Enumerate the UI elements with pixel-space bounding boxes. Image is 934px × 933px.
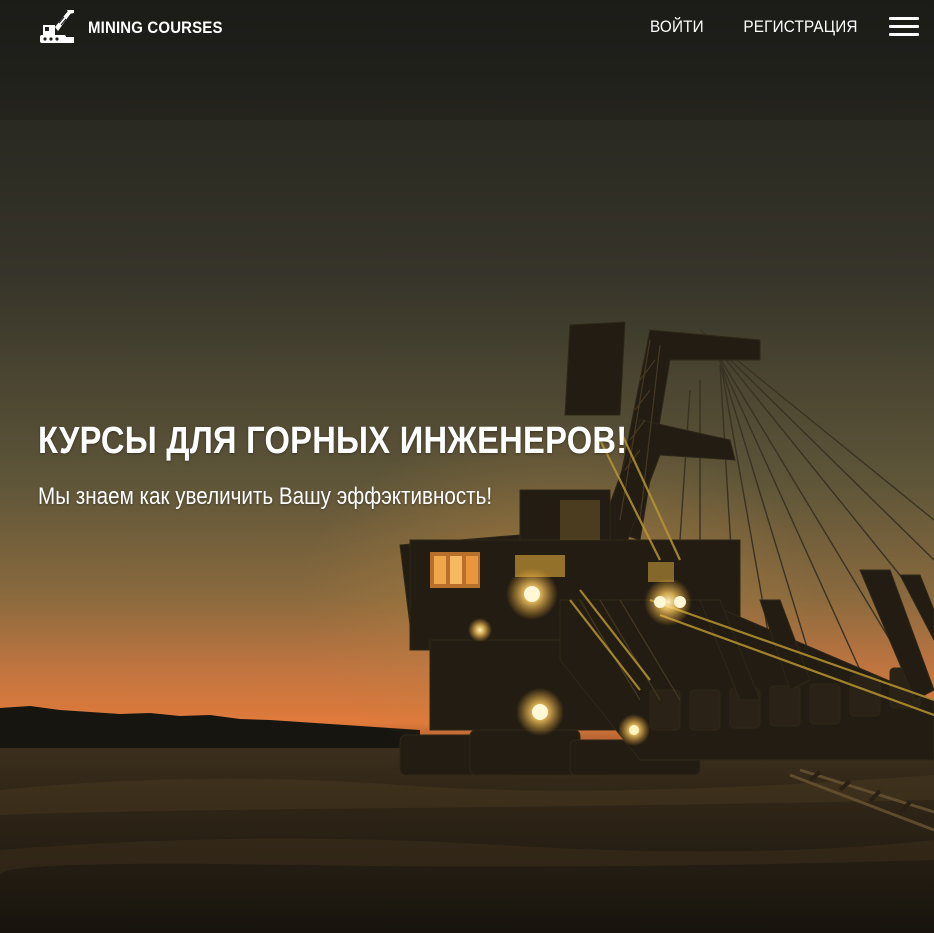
menu-bar — [889, 33, 919, 36]
login-link[interactable]: ВОЙТИ — [650, 17, 704, 37]
brand-name: MINING COURSES — [88, 18, 223, 37]
excavator-icon — [40, 10, 74, 43]
menu-bar — [889, 25, 919, 28]
landing-page: MINING COURSES ВОЙТИ РЕГИСТРАЦИЯ КУРСЫ Д… — [0, 0, 934, 933]
nav-links: ВОЙТИ РЕГИСТРАЦИЯ — [647, 17, 864, 37]
hero-title: КУРСЫ ДЛЯ ГОРНЫХ ИНЖЕНЕРОВ! — [38, 420, 628, 462]
register-link[interactable]: РЕГИСТРАЦИЯ — [743, 17, 857, 37]
hero-subtitle: Мы знаем как увеличить Вашу эффэктивност… — [38, 483, 493, 510]
hero-section: КУРСЫ ДЛЯ ГОРНЫХ ИНЖЕНЕРОВ! Мы знаем как… — [38, 416, 738, 514]
brand-home-link[interactable]: MINING COURSES — [38, 9, 241, 47]
hamburger-menu-icon[interactable] — [889, 17, 919, 39]
menu-bar — [889, 17, 919, 20]
top-navbar: MINING COURSES ВОЙТИ РЕГИСТРАЦИЯ — [0, 0, 934, 58]
